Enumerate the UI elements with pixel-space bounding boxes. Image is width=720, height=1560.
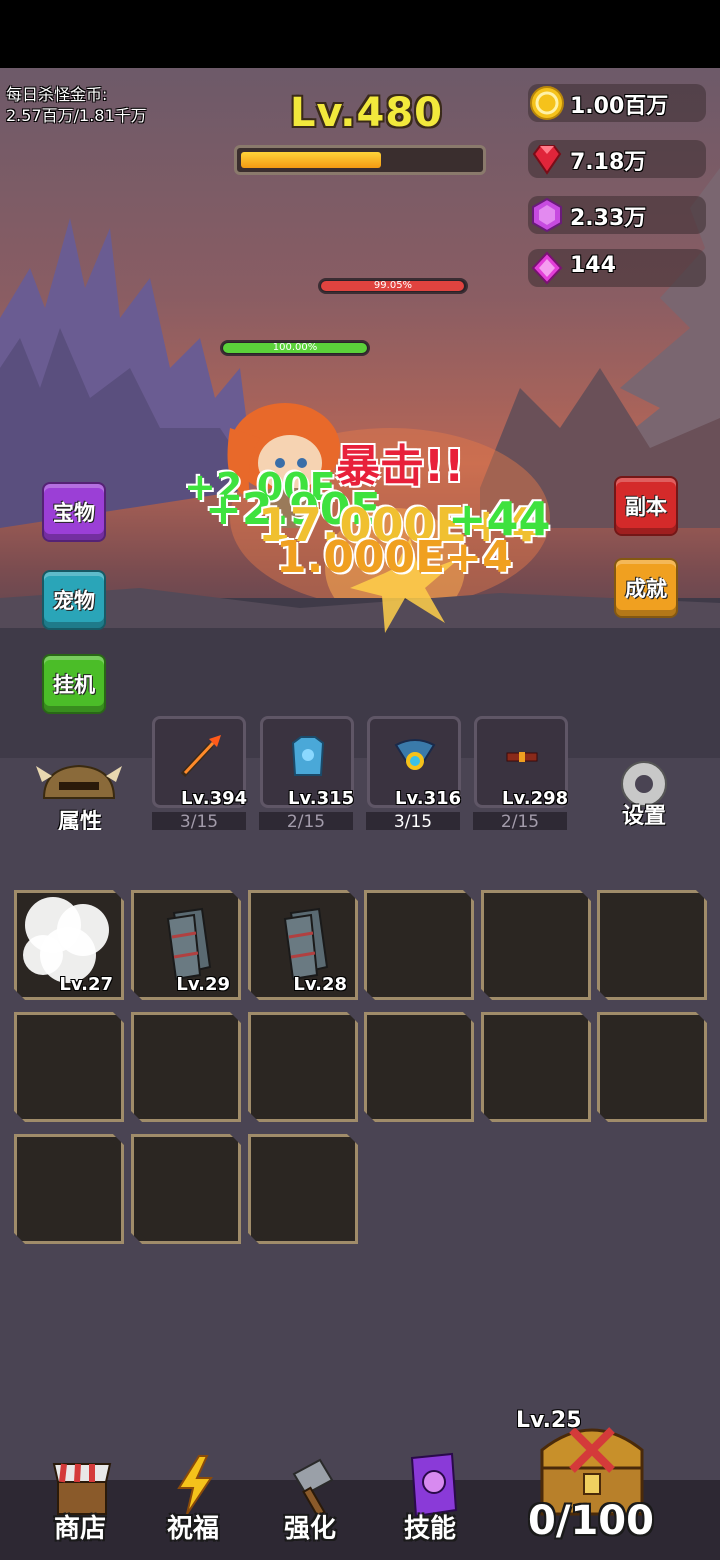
equip-level-armor: Lv.315 <box>288 788 355 809</box>
diamond-icon <box>531 251 563 285</box>
player-level: Lv.480 <box>290 90 443 136</box>
attributes-button[interactable]: 属性 <box>30 758 130 835</box>
inventory-slot[interactable]: Lv.29 <box>131 890 241 1000</box>
equip-level-amulet: Lv.316 <box>395 788 462 809</box>
blessing-button[interactable]: 祝福 <box>143 1450 243 1550</box>
inventory-slot[interactable] <box>14 1012 124 1122</box>
idle-button[interactable]: 挂机 <box>42 654 106 714</box>
ruby-counter[interactable]: 7.18万 <box>528 140 706 178</box>
daily-gold-label: 每日杀怪金币: 2.57百万/1.81千万 <box>6 85 147 125</box>
purple-gem-value: 2.33万 <box>570 206 647 231</box>
equip-count-armor: 2/15 <box>259 812 353 832</box>
gold-value: 1.00百万 <box>570 94 669 119</box>
chest-level: Lv.25 <box>516 1408 582 1433</box>
settings-label: 设置 <box>621 804 666 829</box>
enhance-button[interactable]: 强化 <box>260 1450 360 1550</box>
equip-count-amulet: 3/15 <box>366 812 460 832</box>
purple-gem-icon <box>532 197 562 233</box>
item-level: Lv.27 <box>59 974 113 995</box>
player-hp-bar: 100.00% <box>220 340 370 356</box>
armor-icon <box>291 736 325 776</box>
xp-bar-fill <box>241 152 382 168</box>
settings-button[interactable]: 设置 <box>604 756 684 832</box>
equip-count-belt: 2/15 <box>473 812 567 832</box>
gold-coin-icon <box>530 86 564 120</box>
inventory-slot[interactable] <box>481 890 591 1000</box>
item-level: Lv.28 <box>293 974 347 995</box>
treasure-chest-button[interactable]: Lv.25 0/100 <box>512 1404 672 1554</box>
belt-icon <box>506 752 538 762</box>
chest-count: 0/100 <box>528 1498 654 1544</box>
shop-label: 商店 <box>53 1514 106 1544</box>
enemy-hp-bar: 99.05% <box>318 278 468 294</box>
inventory-slot[interactable] <box>131 1134 241 1244</box>
pet-button[interactable]: 宠物 <box>42 570 106 630</box>
helmet-icon <box>36 764 122 799</box>
inventory-slot[interactable] <box>14 1134 124 1244</box>
ruby-value: 7.18万 <box>570 150 647 175</box>
shop-button[interactable]: 商店 <box>30 1450 130 1550</box>
diamond-value: 144 <box>570 253 616 278</box>
inventory-slot[interactable] <box>248 1134 358 1244</box>
item-level: Lv.29 <box>176 974 230 995</box>
status-bar <box>0 0 720 68</box>
inventory-slot[interactable] <box>131 1012 241 1122</box>
inventory-slot[interactable] <box>248 1012 358 1122</box>
enhance-label: 强化 <box>283 1514 336 1544</box>
achievement-button[interactable]: 成就 <box>614 558 678 618</box>
inventory-slot[interactable]: Lv.28 <box>248 890 358 1000</box>
inventory-slot[interactable] <box>481 1012 591 1122</box>
ruby-icon <box>532 145 562 175</box>
inventory-slot[interactable]: Lv.27 <box>14 890 124 1000</box>
inventory-slot[interactable] <box>597 1012 707 1122</box>
diamond-counter[interactable]: 144 <box>528 249 706 287</box>
inventory-slot[interactable] <box>597 890 707 1000</box>
player-hp-text: 100.00% <box>272 342 318 353</box>
equip-level-weapon: Lv.394 <box>181 788 248 809</box>
purple-gem-counter[interactable]: 2.33万 <box>528 196 706 234</box>
sword-icon <box>180 735 221 778</box>
skill-label: 技能 <box>403 1514 456 1544</box>
damage-number: +44 <box>448 492 551 546</box>
daily-gold-value: 2.57百万/1.81千万 <box>6 106 147 125</box>
treasure-button[interactable]: 宝物 <box>42 482 106 542</box>
blessing-label: 祝福 <box>166 1514 219 1544</box>
xp-bar <box>234 145 486 175</box>
equip-count-weapon: 3/15 <box>152 812 246 832</box>
inventory-slot[interactable] <box>364 890 474 1000</box>
gold-counter[interactable]: 1.00百万 <box>528 84 706 122</box>
dungeon-button[interactable]: 副本 <box>614 476 678 536</box>
amulet-icon <box>394 739 436 770</box>
skill-button[interactable]: 技能 <box>380 1450 480 1550</box>
equip-level-belt: Lv.298 <box>502 788 569 809</box>
enemy-hp-text: 99.05% <box>373 280 413 291</box>
inventory-slot[interactable] <box>364 1012 474 1122</box>
